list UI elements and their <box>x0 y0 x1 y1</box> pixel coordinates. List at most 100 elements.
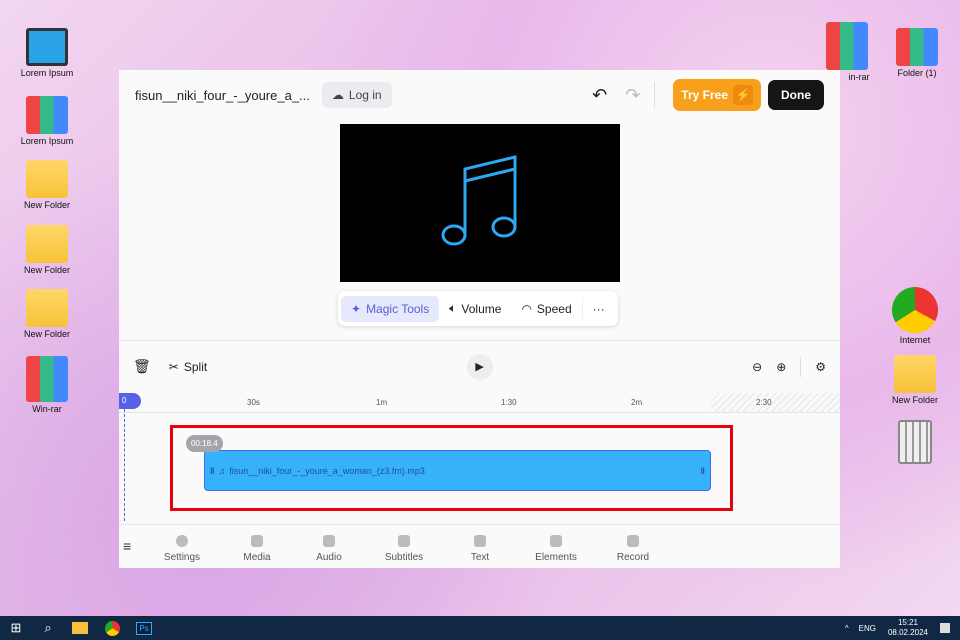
tab-subtitles[interactable]: Subtitles <box>374 535 434 563</box>
video-editor-window: fisun__niki_four_-_youre_a_... ☁ Log in ↶… <box>119 70 840 568</box>
try-free-label: Try Free <box>681 88 728 102</box>
label: Settings <box>163 552 201 563</box>
label: Volume <box>461 301 502 316</box>
more-button[interactable]: ··· <box>581 295 615 322</box>
clip-right-handle[interactable]: ‖ <box>701 466 705 476</box>
video-preview <box>340 124 620 282</box>
zoom-out-icon[interactable]: ⊖ <box>752 360 762 374</box>
tab-record[interactable]: Record <box>603 535 663 563</box>
divider <box>654 82 656 108</box>
magic-tools-button[interactable]: ✦ Magic Tools <box>341 295 440 322</box>
label: Internet <box>899 335 931 345</box>
playhead-handle[interactable]: 0 <box>119 393 141 409</box>
windows-start-icon[interactable]: ⊞ <box>0 616 32 640</box>
desktop-icon-winrar[interactable]: Win-rar <box>12 356 82 414</box>
desktop-icon-folder[interactable]: New Folder <box>12 225 82 275</box>
volume-button[interactable]: 🔈︎ Volume <box>439 295 511 322</box>
recycle-bin-icon[interactable] <box>880 420 950 466</box>
file-explorer-icon[interactable] <box>64 616 96 640</box>
search-icon[interactable]: ⌕ <box>32 616 64 640</box>
label: Subtitles <box>384 552 424 563</box>
tab-elements[interactable]: Elements <box>526 535 586 563</box>
computer-icon <box>26 28 68 66</box>
label: Media <box>243 552 271 563</box>
desktop-icon-folder[interactable]: New Folder <box>12 160 82 210</box>
desktop-icon-folder[interactable]: New Folder <box>12 289 82 339</box>
split-button[interactable]: ✂ Split <box>169 360 207 374</box>
text-icon <box>474 535 486 547</box>
desktop-icon-internet[interactable]: Internet <box>880 287 950 345</box>
winrar-icon <box>826 22 868 70</box>
label: Split <box>183 359 208 374</box>
tab-text[interactable]: Text <box>450 535 510 563</box>
chrome-icon[interactable] <box>96 616 128 640</box>
sparkle-icon: ✦ <box>351 301 362 316</box>
clip-name: fisun__niki_four_-_youre_a_woman_(z3.fm)… <box>229 465 425 476</box>
tick-label: 1:30 <box>501 398 517 407</box>
login-button[interactable]: ☁ Log in <box>321 82 392 108</box>
folder-icon <box>26 225 68 263</box>
divider <box>800 356 802 377</box>
trash-icon[interactable]: 🗑︎ <box>133 358 151 375</box>
photoshop-icon[interactable]: Ps <box>128 616 160 640</box>
label: Lorem Ipsum <box>20 136 74 146</box>
binders-icon <box>26 96 68 134</box>
ps-label: Ps <box>136 621 152 635</box>
audio-icon <box>323 535 335 547</box>
clip-duration-badge: 00:18.4 <box>186 435 223 452</box>
tab-audio[interactable]: Audio <box>299 535 359 563</box>
playhead-line <box>124 409 125 521</box>
menu-icon[interactable]: ≡ <box>123 538 131 554</box>
tick-label: 1m <box>376 398 388 407</box>
desktop-icon-folder[interactable]: New Folder <box>880 355 950 405</box>
label: New Folder <box>23 329 70 339</box>
redo-icon[interactable]: ↷ <box>625 85 640 106</box>
taskbar: ⊞ ⌕ Ps ^ ENG 15:21 08.02.2024 <box>0 616 960 640</box>
winrar-icon <box>26 356 68 402</box>
folder-icon <box>26 289 68 327</box>
record-icon <box>627 535 639 547</box>
language-indicator[interactable]: ENG <box>859 624 876 633</box>
cloud-off-icon: ☁ <box>331 88 344 102</box>
folder-icon <box>26 160 68 198</box>
bottom-tabs: ≡ Settings Media Audio Subtitles Text El… <box>119 524 840 568</box>
clock[interactable]: 15:21 08.02.2024 <box>888 618 928 638</box>
label: Elements <box>535 552 577 563</box>
play-button[interactable]: ▶ <box>466 353 493 380</box>
login-label: Log in <box>348 88 382 102</box>
music-note-icon <box>441 155 517 246</box>
speaker-icon: 🔈︎ <box>449 301 457 315</box>
speed-button[interactable]: ◠ Speed <box>511 296 581 322</box>
label: Magic Tools <box>366 301 430 316</box>
speedometer-icon: ◠ <box>521 301 532 316</box>
scissors-icon: ✂ <box>168 359 179 374</box>
preview-toolbar: ✦ Magic Tools 🔈︎ Volume ◠ Speed ··· <box>338 291 618 326</box>
label: Lorem Ipsum <box>20 68 74 78</box>
plus-icon <box>251 535 263 547</box>
desktop-icon-binders[interactable]: Lorem Ipsum <box>12 96 82 146</box>
tick-label: 2m <box>631 398 643 407</box>
folder-icon <box>894 355 936 393</box>
tab-media[interactable]: Media <box>227 535 287 563</box>
notification-icon[interactable] <box>940 623 950 633</box>
zoom-in-icon[interactable]: ⊕ <box>776 360 786 374</box>
try-free-button[interactable]: Try Free ⚡ <box>673 79 761 111</box>
subtitles-icon <box>398 535 410 547</box>
settings-icon <box>176 535 188 547</box>
editor-header: fisun__niki_four_-_youre_a_... ☁ Log in ↶… <box>119 70 840 120</box>
label: New Folder <box>23 265 70 275</box>
settings-gear-icon[interactable]: ⚙ <box>815 360 826 374</box>
clip-left-handle[interactable]: ‖ <box>210 466 214 476</box>
desktop-icon-folder1[interactable]: Folder (1) <box>882 28 952 78</box>
tray-chevron-icon[interactable]: ^ <box>845 624 849 633</box>
ruler-hatched-area <box>711 393 840 413</box>
desktop-icon-computer[interactable]: Lorem Ipsum <box>12 28 82 78</box>
trash-icon <box>898 420 932 464</box>
label: Audio <box>316 552 342 563</box>
undo-icon[interactable]: ↶ <box>592 85 607 106</box>
tab-settings[interactable]: Settings <box>152 535 212 563</box>
done-button[interactable]: Done <box>768 80 824 110</box>
timeline-ruler[interactable]: 30s 1m 1:30 2m 2:30 <box>119 393 840 413</box>
label: New Folder <box>891 395 938 405</box>
audio-clip[interactable]: ‖ ♫ fisun__niki_four_-_youre_a_woman_(z3… <box>204 450 711 491</box>
